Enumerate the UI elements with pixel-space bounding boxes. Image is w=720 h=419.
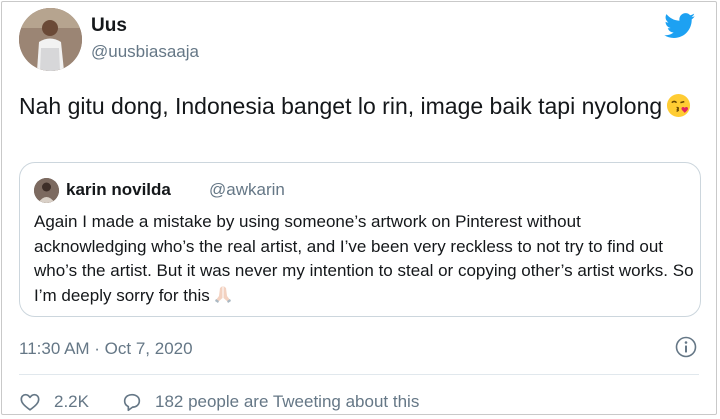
divider [19, 374, 699, 375]
folded-hands-emoji-icon [214, 285, 231, 303]
tweet-text-content: Nah gitu dong, Indonesia banget lo rin, … [19, 93, 663, 119]
tweeting-about-text: 182 people are Tweeting about this [154, 392, 420, 411]
author-name[interactable]: Uus [91, 15, 127, 37]
kiss-face-emoji-icon [667, 93, 691, 118]
like-count: 2.2K [54, 392, 89, 411]
tweet-card: Uus @uusbiasaaja Nah gitu dong, Indonesi… [1, 1, 717, 415]
like-button[interactable]: 2.2K [19, 391, 89, 413]
tweet-text: Nah gitu dong, Indonesia banget lo rin, … [19, 90, 699, 122]
author-handle[interactable]: @uusbiasaaja [91, 42, 199, 62]
info-icon[interactable] [675, 336, 697, 358]
tweet-timestamp[interactable]: 11:30 AM · Oct 7, 2020 [19, 339, 193, 359]
quoted-tweet[interactable]: karin novilda @awkarin Again I made a mi… [19, 162, 701, 317]
quoted-author-name[interactable]: karin novilda [66, 180, 171, 200]
quoted-author-avatar[interactable] [34, 178, 59, 203]
author-avatar[interactable] [19, 8, 82, 71]
tweet-actions: 2.2K 182 people are Tweeting about this [19, 390, 419, 414]
quoted-author-handle[interactable]: @awkarin [209, 180, 285, 200]
quoted-tweet-text-content: Again I made a mistake by using someone’… [34, 212, 694, 305]
heart-icon [20, 393, 40, 411]
twitter-bird-icon[interactable] [664, 13, 696, 39]
speech-bubble-icon [123, 393, 141, 412]
quoted-tweet-text: Again I made a mistake by using someone’… [34, 210, 694, 308]
tweeting-about-button[interactable]: 182 people are Tweeting about this [121, 391, 419, 413]
